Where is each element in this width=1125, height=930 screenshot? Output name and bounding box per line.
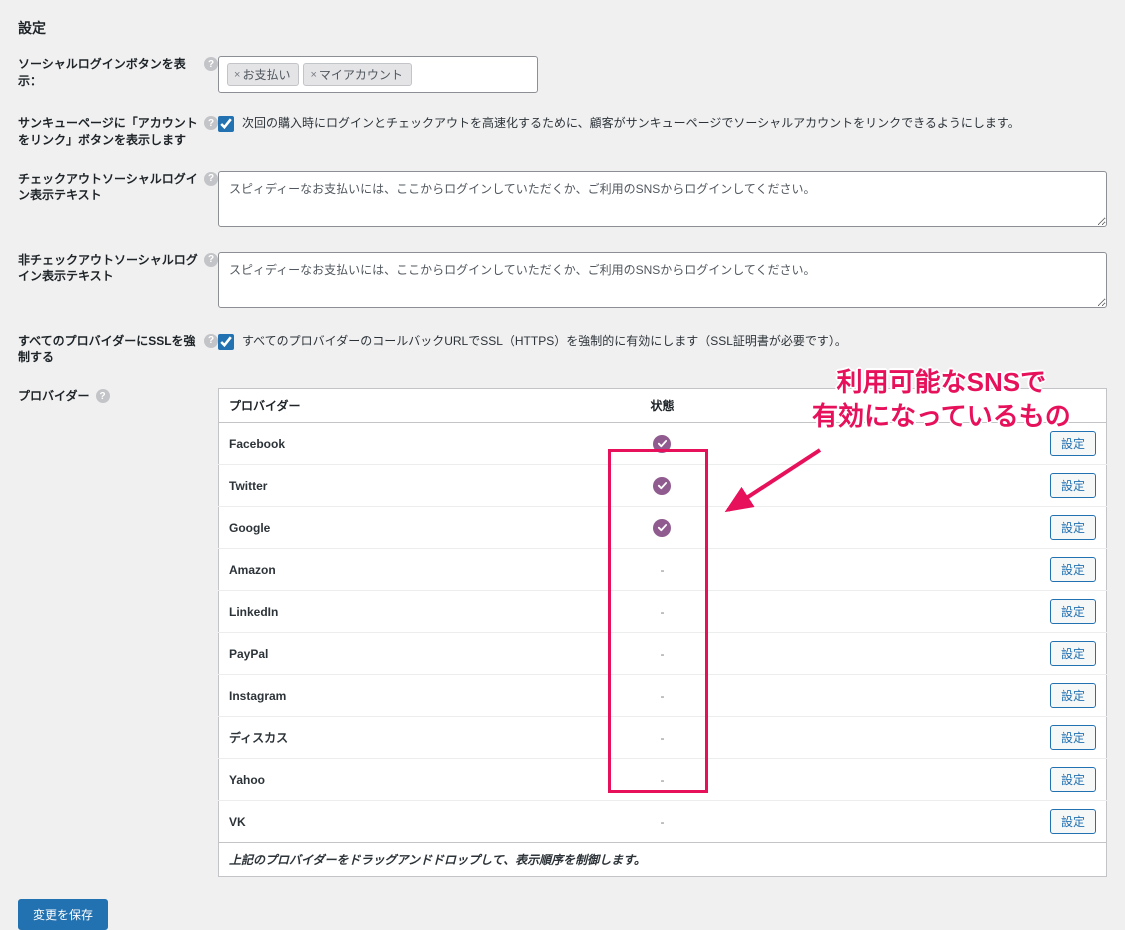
close-icon[interactable]: × [310,69,316,81]
label-checkout-text: チェックアウトソーシャルログイン表示テキスト [18,171,198,205]
check-circle-icon [653,435,671,453]
provider-name: Facebook [219,423,574,465]
provider-row[interactable]: ディスカス- 設定 [219,717,1107,759]
provider-status: - [574,717,752,759]
provider-row[interactable]: LinkedIn- 設定 [219,591,1107,633]
save-button[interactable]: 変更を保存 [18,899,108,930]
help-icon[interactable]: ? [96,389,110,403]
provider-config-button[interactable]: 設定 [1050,557,1096,582]
provider-name: Yahoo [219,759,574,801]
provider-config-button[interactable]: 設定 [1050,431,1096,456]
provider-row[interactable]: Twitter 設定 [219,465,1107,507]
row-providers: プロバイダー ? プロバイダー 状態 Facebook設定Twitter設定Go… [18,388,1107,877]
label-non-checkout-text: 非チェックアウトソーシャルログイン表示テキスト [18,252,198,286]
textarea-checkout-text[interactable] [218,171,1107,227]
provider-status [574,423,752,465]
row-force-ssl: すべてのプロバイダーにSSLを強制する ? すべてのプロバイダーのコールバックU… [18,333,1107,367]
provider-row[interactable]: Facebook 設定 [219,423,1107,465]
tag-chip-my-account[interactable]: × マイアカウント [303,63,411,86]
provider-config-button[interactable]: 設定 [1050,683,1096,708]
th-status: 状態 [574,389,752,423]
provider-status: - [574,675,752,717]
provider-row[interactable]: Amazon- 設定 [219,549,1107,591]
provider-status [574,507,752,549]
provider-config-button[interactable]: 設定 [1050,473,1096,498]
checkbox-thankyou-link[interactable] [218,116,234,132]
help-icon[interactable]: ? [204,334,218,348]
provider-config-button[interactable]: 設定 [1050,725,1096,750]
textarea-non-checkout-text[interactable] [218,252,1107,308]
provider-name: Amazon [219,549,574,591]
close-icon[interactable]: × [234,69,240,81]
label-providers: プロバイダー [18,388,90,405]
provider-config-button[interactable]: 設定 [1050,515,1096,540]
row-non-checkout-text: 非チェックアウトソーシャルログイン表示テキスト ? [18,252,1107,311]
provider-name: ディスカス [219,717,574,759]
provider-row[interactable]: Instagram- 設定 [219,675,1107,717]
provider-status: - [574,591,752,633]
checkbox-thankyou-text: 次回の購入時にログインとチェックアウトを高速化するために、顧客がサンキューページ… [242,115,1020,132]
tag-chip-checkout[interactable]: × お支払い [227,63,299,86]
checkbox-line-force-ssl[interactable]: すべてのプロバイダーのコールバックURLでSSL（HTTPS）を強制的に有効にし… [218,333,1107,350]
provider-config-button[interactable]: 設定 [1050,641,1096,666]
label-force-ssl: すべてのプロバイダーにSSLを強制する [18,333,198,367]
providers-footer-note: 上記のプロバイダーをドラッグアンドドロップして、表示順序を制御します。 [218,843,1107,877]
check-circle-icon [653,477,671,495]
provider-name: Twitter [219,465,574,507]
checkbox-line-thankyou[interactable]: 次回の購入時にログインとチェックアウトを高速化するために、顧客がサンキューページ… [218,115,1107,132]
help-icon[interactable]: ? [204,172,218,186]
page-title: 設定 [18,18,1107,38]
help-icon[interactable]: ? [204,57,218,71]
check-circle-icon [653,519,671,537]
checkbox-force-ssl-text: すべてのプロバイダーのコールバックURLでSSL（HTTPS）を強制的に有効にし… [242,333,847,350]
tag-chip-label: マイアカウント [319,66,403,83]
help-icon[interactable]: ? [204,116,218,130]
provider-row[interactable]: Yahoo- 設定 [219,759,1107,801]
provider-status [574,465,752,507]
provider-name: Instagram [219,675,574,717]
provider-name: Google [219,507,574,549]
th-provider: プロバイダー [219,389,574,423]
provider-status: - [574,633,752,675]
checkbox-force-ssl[interactable] [218,334,234,350]
provider-row[interactable]: PayPal- 設定 [219,633,1107,675]
label-thankyou-link-account: サンキューページに「アカウントをリンク」ボタンを表示します [18,115,198,149]
provider-status: - [574,801,752,843]
provider-row[interactable]: VK- 設定 [219,801,1107,843]
provider-row[interactable]: Google 設定 [219,507,1107,549]
social-login-pages-input[interactable]: × お支払い × マイアカウント [218,56,538,93]
provider-status: - [574,549,752,591]
provider-name: VK [219,801,574,843]
provider-name: PayPal [219,633,574,675]
providers-table: プロバイダー 状態 Facebook設定Twitter設定Google設定Ama… [218,388,1107,843]
label-social-login-buttons: ソーシャルログインボタンを表示： [18,56,198,90]
provider-config-button[interactable]: 設定 [1050,809,1096,834]
help-icon[interactable]: ? [204,253,218,267]
th-config [751,389,1106,423]
tag-chip-label: お支払い [242,66,290,83]
row-thankyou-link-account: サンキューページに「アカウントをリンク」ボタンを表示します ? 次回の購入時にロ… [18,115,1107,149]
provider-status: - [574,759,752,801]
provider-config-button[interactable]: 設定 [1050,767,1096,792]
provider-config-button[interactable]: 設定 [1050,599,1096,624]
row-checkout-text: チェックアウトソーシャルログイン表示テキスト ? [18,171,1107,230]
row-social-login-buttons: ソーシャルログインボタンを表示： ? × お支払い × マイアカウント [18,56,1107,93]
provider-name: LinkedIn [219,591,574,633]
